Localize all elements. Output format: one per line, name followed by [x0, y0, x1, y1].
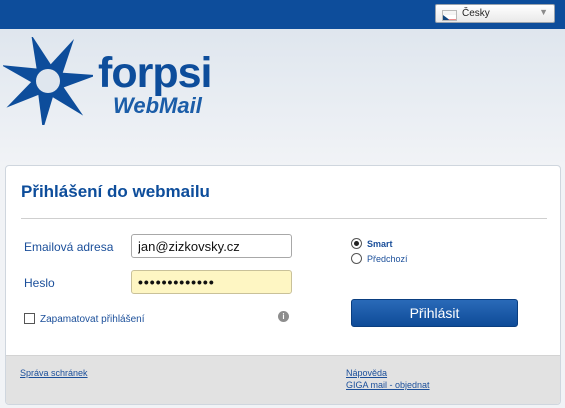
email-label: Emailová adresa [24, 240, 114, 254]
remember-checkbox[interactable] [24, 312, 35, 324]
password-label: Heslo [24, 276, 55, 290]
logo-brand-text: forpsi [98, 49, 212, 97]
login-title: Přihlášení do webmailu [21, 182, 210, 201]
smart-radio[interactable] [351, 238, 362, 249]
top-bar: Česky ▼ [0, 0, 565, 29]
remember-label: Zapamatovat přihlášení [40, 314, 145, 325]
title-divider [21, 218, 547, 219]
remember-login-row[interactable]: Zapamatovat přihlášení [24, 311, 145, 325]
mode-option-smart[interactable]: Smart [351, 238, 393, 249]
help-link[interactable]: Nápověda [346, 368, 387, 378]
czech-flag-icon [442, 10, 457, 21]
info-icon[interactable]: i [278, 311, 289, 322]
manage-mailboxes-link[interactable]: Správa schránek [20, 368, 88, 378]
chevron-down-icon: ▼ [539, 7, 548, 17]
mode-option-previous[interactable]: Předchozí [351, 253, 408, 264]
smart-radio-label: Smart [367, 238, 393, 249]
login-button[interactable]: Přihlásit [351, 299, 518, 327]
language-select[interactable]: Česky ▼ [435, 4, 555, 23]
email-field[interactable] [131, 234, 292, 258]
language-label: Česky [462, 8, 490, 19]
forpsi-star-logo-icon [1, 34, 98, 131]
password-field[interactable] [131, 270, 292, 294]
giga-mail-order-link[interactable]: GIGA mail - objednat [346, 380, 430, 390]
logo-product-text: WebMail [113, 93, 202, 118]
login-panel: Přihlášení do webmailu Emailová adresa H… [5, 165, 561, 405]
panel-footer: Správa schránek Nápověda GIGA mail - obj… [6, 355, 560, 404]
previous-radio[interactable] [351, 253, 362, 264]
previous-radio-label: Předchozí [367, 253, 408, 264]
